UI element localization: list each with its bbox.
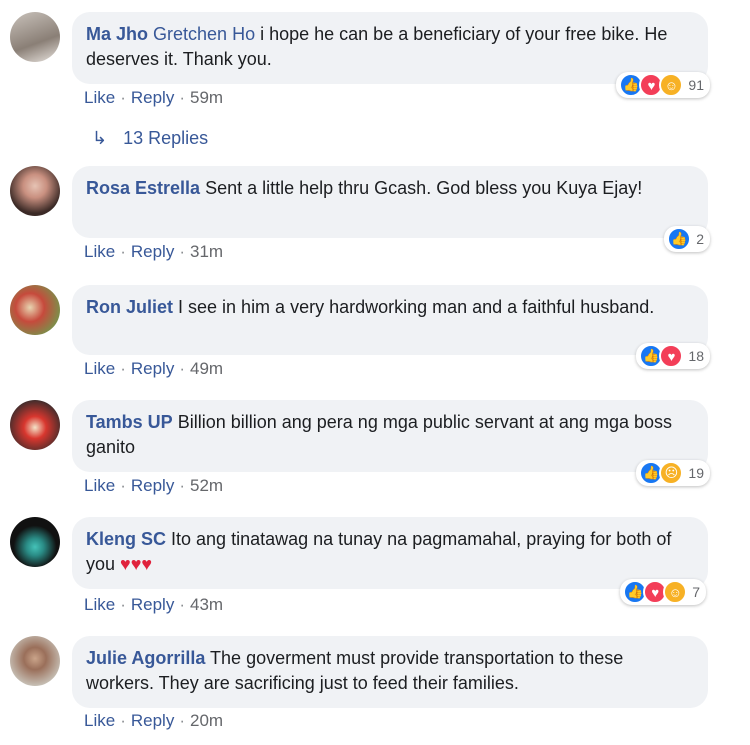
comment-actions: Like · Reply · 43m [84,595,223,615]
reply-link[interactable]: Reply [131,595,174,614]
like-link[interactable]: Like [84,242,115,261]
reaction-count: 91 [688,77,704,93]
comment-timestamp[interactable]: 52m [190,476,223,495]
comment-actions: Like · Reply · 52m [84,476,223,496]
comment-timestamp[interactable]: 59m [190,88,223,107]
separator: · [179,711,185,730]
reaction-count: 18 [688,348,704,364]
comment-author[interactable]: Ron Juliet [86,297,173,317]
separator: · [179,595,185,614]
like-link[interactable]: Like [84,595,115,614]
reaction-summary[interactable]: 👍 ♥ ☺ 91 [616,72,710,98]
sad-reaction-icon: ☹ [659,461,684,485]
reaction-count: 2 [696,231,704,247]
view-replies-link[interactable]: ↳ 13 Replies [92,128,208,149]
like-link[interactable]: Like [84,476,115,495]
comment-mention[interactable]: Gretchen Ho [153,24,255,44]
comment-text: Ito ang tinatawag na tunay na pagmamahal… [86,529,672,574]
avatar[interactable] [10,636,60,686]
separator: · [179,476,185,495]
reply-link[interactable]: Reply [131,88,174,107]
separator: · [120,359,126,378]
comment-author[interactable]: Rosa Estrella [86,178,200,198]
avatar[interactable] [10,400,60,450]
reaction-summary[interactable]: 👍 2 [664,226,710,252]
separator: · [120,595,126,614]
separator: · [179,242,185,261]
comment-timestamp[interactable]: 49m [190,359,223,378]
reaction-summary[interactable]: 👍 ♥ ☺ 7 [620,579,706,605]
reply-link[interactable]: Reply [131,476,174,495]
comment-timestamp[interactable]: 31m [190,242,223,261]
comment-actions: Like · Reply · 31m [84,242,223,262]
like-link[interactable]: Like [84,88,115,107]
comment-actions: Like · Reply · 49m [84,359,223,379]
comment-author[interactable]: Kleng SC [86,529,166,549]
reaction-summary[interactable]: 👍 ☹ 19 [636,460,710,486]
heart-emoji: ♥♥♥ [120,554,153,574]
comment-actions: Like · Reply · 59m [84,88,223,108]
like-reaction-icon: 👍 [667,227,692,251]
separator: · [120,88,126,107]
separator: · [179,359,185,378]
reply-link[interactable]: Reply [131,711,174,730]
comment-author[interactable]: Ma Jho [86,24,148,44]
avatar[interactable] [10,517,60,567]
care-reaction-icon: ☺ [663,580,688,604]
comment-bubble: Ma Jho Gretchen Ho i hope he can be a be… [72,12,708,84]
reply-arrow-icon: ↳ [92,128,108,148]
reaction-count: 7 [692,584,700,600]
avatar[interactable] [10,285,60,335]
reply-link[interactable]: Reply [131,242,174,261]
care-reaction-icon: ☺ [659,73,684,97]
love-reaction-icon: ♥ [659,344,684,368]
comment-bubble: Kleng SC Ito ang tinatawag na tunay na p… [72,517,708,589]
comment-bubble: Julie Agorrilla The goverment must provi… [72,636,708,708]
like-link[interactable]: Like [84,711,115,730]
reply-link[interactable]: Reply [131,359,174,378]
separator: · [120,242,126,261]
comment-bubble: Rosa Estrella Sent a little help thru Gc… [72,166,708,238]
comment-text: Billion billion ang pera ng mga public s… [86,412,672,457]
avatar[interactable] [10,166,60,216]
comment-actions: Like · Reply · 20m [84,711,223,731]
comment-text: Sent a little help thru Gcash. God bless… [200,178,643,198]
separator: · [179,88,185,107]
comment-timestamp[interactable]: 43m [190,595,223,614]
comment-timestamp[interactable]: 20m [190,711,223,730]
separator: · [120,711,126,730]
comment-bubble: Tambs UP Billion billion ang pera ng mga… [72,400,708,472]
reaction-count: 19 [688,465,704,481]
separator: · [120,476,126,495]
comment-text: I see in him a very hardworking man and … [173,297,655,317]
reaction-summary[interactable]: 👍 ♥ 18 [636,343,710,369]
like-link[interactable]: Like [84,359,115,378]
replies-count[interactable]: 13 Replies [123,128,208,149]
avatar[interactable] [10,12,60,62]
comment-author[interactable]: Tambs UP [86,412,173,432]
comment-bubble: Ron Juliet I see in him a very hardworki… [72,285,708,355]
comment-author[interactable]: Julie Agorrilla [86,648,205,668]
